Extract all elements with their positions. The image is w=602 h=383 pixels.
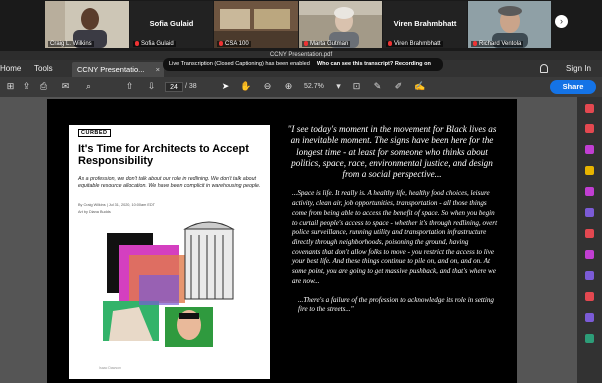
article-byline: By Craig Wilkins | Jul 31, 2020, 10:00am…: [78, 203, 155, 207]
chevron-down-icon[interactable]: ▾: [333, 81, 344, 92]
sign-in-link[interactable]: Sign In: [566, 60, 591, 77]
create-pdf-tool-icon[interactable]: [585, 229, 594, 238]
article-title: It's Time for Architects to Accept Respo…: [78, 143, 249, 167]
participant-name: Sofia Gulaid: [133, 40, 176, 47]
highlight-icon[interactable]: ✐: [393, 81, 404, 92]
zoom-level-select[interactable]: 52.7%: [304, 82, 324, 92]
participant-name: CSA 100: [217, 40, 251, 47]
participant-name: Richard Ventola: [471, 40, 524, 47]
quote-paragraph-3: ...There's a failure of the profession t…: [298, 295, 494, 313]
participant-tile[interactable]: Sofia Gulaid Sofia Gulaid: [130, 1, 213, 48]
quote-paragraph-1: "I see today's moment in the movement fo…: [287, 124, 497, 180]
save-icon[interactable]: ⇪: [21, 81, 32, 92]
protect-icon[interactable]: [585, 271, 594, 280]
image-caption: Isaac Dawson: [99, 366, 121, 370]
more-tools-icon[interactable]: [585, 334, 594, 343]
participant-display-name: Sofia Gulaid: [149, 19, 194, 28]
transcript-visibility-link[interactable]: Who can see this transcript? Recording o…: [317, 61, 431, 67]
edit-pdf-icon[interactable]: [585, 124, 594, 133]
fill-sign-icon[interactable]: [585, 208, 594, 217]
participant-tile[interactable]: Richard Ventola: [468, 1, 551, 48]
screen: Craig L. Wilkins Sofia Gulaid Sofia Gula…: [0, 0, 602, 383]
participant-tile[interactable]: Viren Brahmbhatt Viren Brahmbhatt: [383, 1, 467, 48]
request-signature-icon[interactable]: [585, 313, 594, 322]
page-number-input[interactable]: 24: [165, 82, 183, 92]
next-participants-button[interactable]: ›: [555, 15, 568, 28]
notification-bell-icon[interactable]: [540, 64, 548, 73]
transcription-banner-text: Live Transcription (Closed Captioning) h…: [169, 61, 310, 67]
acrobat-toolbar: ⊞ ⇪ ⎙ ✉ ⌕ ⇧ ⇩ 24 / 38 ➤ ✋ ⊖ ⊕ 52.7% ▾ ⊡ …: [0, 77, 602, 97]
page-up-icon[interactable]: ⇧: [124, 81, 135, 92]
select-cursor-icon[interactable]: ➤: [220, 81, 231, 92]
mic-muted-icon: [135, 40, 139, 46]
zoom-out-icon[interactable]: ⊖: [262, 81, 273, 92]
collage-illustration: [99, 215, 239, 355]
tab-document[interactable]: CCNY Presentatio... ×: [72, 62, 164, 77]
article-dek: As a profession, we don't talk about our…: [78, 176, 261, 189]
mic-muted-icon: [473, 40, 477, 46]
organize-pages-icon[interactable]: [585, 187, 594, 196]
tools-sidebar: [577, 97, 602, 383]
participant-name: Marta Gutman: [302, 40, 351, 47]
combine-files-icon[interactable]: [585, 145, 594, 154]
print-icon[interactable]: ⎙: [38, 81, 49, 92]
create-pdf-icon[interactable]: ⊞: [5, 81, 16, 92]
article-art-credit: Art by Diana Budds: [78, 210, 111, 214]
mic-muted-icon: [388, 40, 392, 46]
participant-tile[interactable]: CSA 100: [214, 1, 298, 48]
menu-tools[interactable]: Tools: [34, 60, 53, 77]
participant-tile[interactable]: Craig L. Wilkins: [45, 1, 129, 48]
quote-block: "I see today's moment in the movement fo…: [286, 124, 498, 314]
mic-muted-icon: [219, 40, 223, 46]
email-icon[interactable]: ✉: [60, 81, 71, 92]
participant-name: Viren Brahmbhatt: [386, 40, 443, 47]
search-icon[interactable]: ⌕: [83, 81, 94, 92]
tab-close-icon[interactable]: ×: [156, 62, 160, 77]
publication-logo: CURBED: [78, 129, 111, 137]
page-total: / 38: [185, 83, 197, 90]
quote-paragraph-2: ...Space is life. It really is. A health…: [292, 189, 498, 285]
comment-tool-icon[interactable]: [585, 166, 594, 175]
transcription-banner: Live Transcription (Closed Captioning) h…: [163, 58, 443, 71]
zoom-in-icon[interactable]: ⊕: [283, 81, 294, 92]
export-pdf-icon[interactable]: [585, 104, 594, 113]
mic-muted-icon: [304, 40, 308, 46]
tab-label: CCNY Presentatio...: [77, 65, 145, 74]
article-image: CURBED It's Time for Architects to Accep…: [69, 125, 270, 379]
participant-name: Craig L. Wilkins: [48, 41, 94, 47]
menu-home[interactable]: Home: [0, 60, 21, 77]
zoom-participant-strip: Craig L. Wilkins Sofia Gulaid Sofia Gula…: [0, 0, 602, 51]
share-button[interactable]: Share: [550, 80, 596, 94]
comment-icon[interactable]: ✎: [372, 81, 383, 92]
fit-page-icon[interactable]: ⊡: [351, 81, 362, 92]
hand-tool-icon[interactable]: ✋: [240, 81, 251, 92]
sign-icon[interactable]: ✍: [414, 81, 425, 92]
scan-ocr-icon[interactable]: [585, 250, 594, 259]
page-down-icon[interactable]: ⇩: [146, 81, 157, 92]
participant-display-name: Viren Brahmbhatt: [393, 19, 457, 28]
participant-tile[interactable]: Marta Gutman: [299, 1, 382, 48]
compress-icon[interactable]: [585, 292, 594, 301]
